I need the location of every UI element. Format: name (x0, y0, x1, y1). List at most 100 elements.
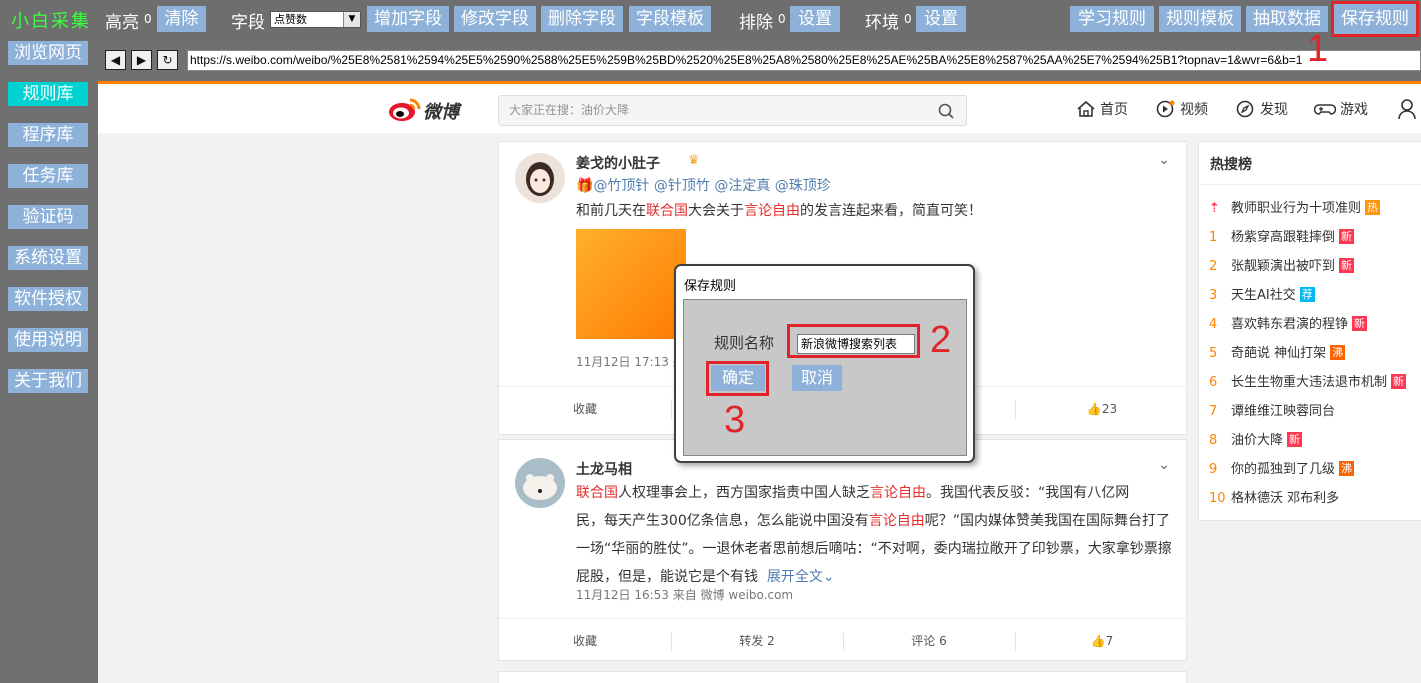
avatar-polar-bear-icon (515, 458, 565, 508)
hot-search-item[interactable]: 5 奇葩说 神仙打架沸 (1209, 344, 1346, 364)
delete-field-button[interactable]: 删除字段 (541, 6, 623, 32)
cancel-button[interactable]: 取消 (792, 365, 842, 391)
sidebar-item-rules[interactable]: 规则库 (8, 82, 88, 106)
post-image[interactable] (576, 229, 686, 339)
keyword-highlight[interactable]: 言论自由 (744, 203, 800, 219)
add-field-button[interactable]: 增加字段 (367, 6, 449, 32)
nav-video[interactable]: 视频 (1156, 99, 1208, 119)
expand-link[interactable]: 展开全文 (767, 569, 823, 585)
text-segment: 的发言连起来看，简直可笑！ (800, 203, 982, 219)
like-button[interactable]: 👍23 (1016, 387, 1188, 431)
sidebar-item-programs[interactable]: 程序库 (8, 123, 88, 147)
text-segment: 呢？”国内媒体赞美我国在国际舞台打了 (924, 513, 1170, 529)
compass-icon (1236, 100, 1254, 118)
exclude-settings-button[interactable]: 设置 (790, 6, 840, 32)
post-text: 和前几天在联合国大会关于言论自由的发言连起来看，简直可笑！ (576, 197, 1176, 225)
nav-home[interactable]: 首页 (1076, 99, 1128, 119)
hot-search-item[interactable]: ⇡ 教师职业行为十项准则热 (1209, 199, 1381, 219)
weibo-search-input[interactable]: 大家正在搜：油价大降 (498, 95, 967, 126)
sidebar-item-about[interactable]: 关于我们 (8, 369, 88, 393)
hot-rank-number: 3 (1209, 288, 1218, 303)
clear-button[interactable]: 清除 (157, 6, 206, 32)
sidebar-item-tasks[interactable]: 任务库 (8, 164, 88, 188)
hot-search-item[interactable]: 9 你的孤独到了几级沸 (1209, 460, 1355, 480)
edit-field-button[interactable]: 修改字段 (454, 6, 536, 32)
keyword-highlight[interactable]: 联合国 (576, 485, 618, 501)
hot-rank-number: 1 (1209, 230, 1218, 245)
sidebar-item-captcha[interactable]: 验证码 (8, 205, 88, 229)
divider (1199, 184, 1421, 185)
hot-search-item[interactable]: 2 张靓颖演出被吓到新 (1209, 257, 1355, 277)
sidebar-item-manual[interactable]: 使用说明 (8, 328, 88, 352)
rule-template-button[interactable]: 规则模板 (1159, 6, 1241, 32)
refresh-button[interactable]: ↻ (157, 50, 178, 70)
mention-links[interactable]: @竹顶针 @针顶竹 @注定真 @珠顶珍 (593, 178, 830, 194)
hot-search-item[interactable]: 7 谭维维江映蓉同台 (1209, 402, 1335, 422)
hot-rank-number: 5 (1209, 346, 1218, 361)
thumbs-up-icon: 👍 (1086, 402, 1102, 416)
sidebar-item-license[interactable]: 软件授权 (8, 287, 88, 311)
chevron-down-icon[interactable]: ⌄ (1158, 457, 1170, 473)
nav-video-label: 视频 (1180, 102, 1208, 118)
back-button[interactable]: ◀ (105, 50, 126, 70)
dialog-title: 保存规则 (684, 279, 737, 294)
search-icon[interactable] (938, 103, 954, 119)
sidebar-item-settings[interactable]: 系统设置 (8, 246, 88, 270)
comment-button[interactable]: 评论 6 (843, 619, 1015, 663)
post-text: 联合国人权理事会上，西方国家指责中国人缺乏言论自由。我国代表反驳：“我国有八亿网… (576, 479, 1176, 591)
env-label: 环境 (865, 13, 899, 33)
save-rule-button[interactable]: 保存规则 (1331, 1, 1419, 37)
nav-game[interactable]: 游戏 (1313, 99, 1368, 119)
search-placeholder: 大家正在搜：油价大降 (509, 103, 630, 117)
hot-search-item[interactable]: 4 喜欢韩东君演的程铮新 (1209, 315, 1368, 335)
field-template-button[interactable]: 字段模板 (629, 6, 711, 32)
keyword-highlight[interactable]: 言论自由 (870, 485, 926, 501)
chevron-down-icon[interactable]: ⌄ (823, 569, 835, 585)
weibo-logo-text[interactable]: 微博 (423, 98, 459, 124)
highlight-count: 0 (144, 12, 152, 26)
hot-search-item[interactable]: 10 格林德沃 邓布利多 (1209, 489, 1339, 509)
like-button[interactable]: 👍7 (1016, 619, 1188, 663)
post-author[interactable]: 土龙马相 (576, 459, 632, 479)
user-icon[interactable] (1398, 98, 1416, 120)
env-count: 0 (904, 12, 912, 26)
post-card: 土龙马相 ⌄ 联合国人权理事会上，西方国家指责中国人缺乏言论自由。我国代表反驳：… (498, 439, 1188, 663)
env-settings-button[interactable]: 设置 (916, 6, 966, 32)
dropdown-arrow-icon[interactable]: ▼ (343, 12, 360, 27)
url-input[interactable]: https://s.weibo.com/weibo/%25E8%2581%259… (187, 50, 1421, 71)
collect-button[interactable]: 收藏 (499, 387, 671, 431)
hot-badge: 新 (1339, 258, 1355, 273)
hot-badge: 沸 (1339, 461, 1355, 476)
forward-button[interactable]: ▶ (131, 50, 152, 70)
hot-search-item[interactable]: 3 天生AI社交荐 (1209, 286, 1315, 306)
field-select[interactable]: 点赞数 ▼ (270, 11, 361, 28)
hot-badge: 新 (1391, 374, 1407, 389)
hot-search-item[interactable]: 8 油价大降新 (1209, 431, 1303, 451)
weibo-header: 微博 大家正在搜：油价大降 首页 视频 发现 游戏 (98, 81, 1421, 133)
pinned-top-icon: ⇡ (1209, 201, 1220, 216)
keyword-highlight[interactable]: 言论自由 (869, 513, 925, 529)
repost-button[interactable]: 转发 2 (671, 619, 843, 663)
post-author[interactable]: 姜戈的小肚子 (576, 153, 660, 173)
keyword-highlight[interactable]: 联合国 (646, 203, 688, 219)
hot-badge: 热 (1365, 200, 1381, 215)
text-segment: 和前几天在 (576, 203, 646, 219)
hot-search-title: 热搜榜 (1210, 157, 1252, 173)
nav-game-label: 游戏 (1340, 102, 1368, 118)
learn-rule-button[interactable]: 学习规则 (1070, 6, 1154, 32)
author-avatar[interactable] (515, 153, 565, 203)
hot-search-text: 你的孤独到了几级 (1231, 462, 1336, 477)
nav-discover[interactable]: 发现 (1236, 99, 1288, 119)
rule-name-label: 规则名称 (714, 334, 775, 352)
chevron-down-icon[interactable]: ⌄ (1158, 152, 1170, 168)
sidebar-item-browse[interactable]: 浏览网页 (8, 41, 88, 65)
hot-search-item[interactable]: 1 杨紫穿高跟鞋摔倒新 (1209, 228, 1355, 248)
hot-search-panel: 热搜榜 ⇡ 教师职业行为十项准则热 1 杨紫穿高跟鞋摔倒新 2 张靓颖演出被吓到新 3 天生A… (1198, 141, 1421, 521)
hot-search-item[interactable]: 6 长生生物重大违法退市机制新 (1209, 373, 1407, 393)
annotation-step-2: 2 (930, 319, 952, 361)
author-avatar[interactable] (515, 458, 565, 508)
text-line: 一场“华丽的胜仗”。一退休老者思前想后嘀咕：“不对啊，委内瑞拉敞开了印钞票，大家… (576, 541, 1172, 557)
collect-button[interactable]: 收藏 (499, 619, 671, 663)
hot-badge: 新 (1339, 229, 1355, 244)
weibo-logo-icon[interactable] (388, 96, 422, 122)
